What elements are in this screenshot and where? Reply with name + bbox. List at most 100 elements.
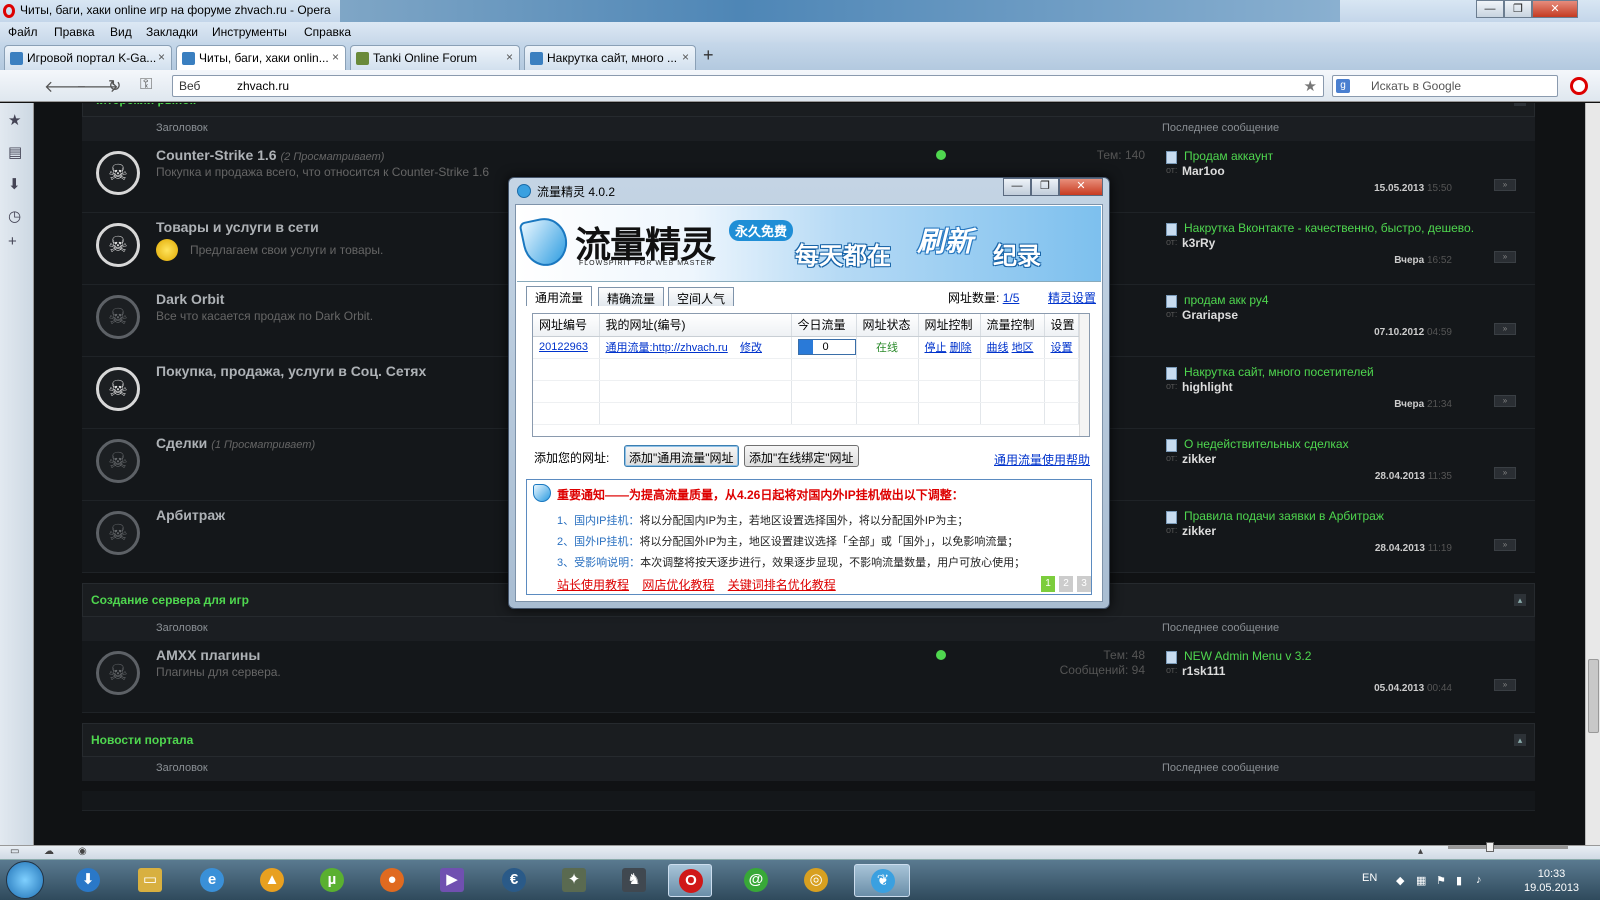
setup-link[interactable]: 设置 <box>1051 342 1073 354</box>
tab-close-icon[interactable]: × <box>332 50 339 64</box>
last-post-author[interactable]: zikker <box>1182 524 1216 538</box>
curve-link[interactable]: 曲线 <box>987 342 1009 354</box>
menu-help[interactable]: Справка <box>304 25 351 39</box>
address-field[interactable]: Веб zhvach.ru ★ <box>172 75 1324 97</box>
taskbar-explorer[interactable]: ▭ <box>128 864 172 897</box>
tab-close-icon[interactable]: × <box>682 50 689 64</box>
forum-name-link[interactable]: Товары и услуги в сети <box>156 219 319 235</box>
tab-precise-traffic[interactable]: 精确流量 <box>598 287 665 306</box>
forum-name-link[interactable]: AMXX плагины <box>156 647 260 663</box>
shop-optimization-link[interactable]: 网店优化教程 <box>642 578 714 592</box>
last-post-author[interactable]: Mar1oo <box>1182 164 1225 178</box>
url-count-link[interactable]: 1/5 <box>1003 291 1020 305</box>
go-to-post-icon[interactable]: » <box>1494 251 1516 263</box>
menu-bookmarks[interactable]: Закладки <box>146 25 198 39</box>
maximize-button[interactable]: ❐ <box>1504 0 1532 18</box>
skull-forum-icon[interactable]: ☠ <box>96 295 140 339</box>
tab-nakrutka[interactable]: Накрутка сайт, много ... × <box>524 45 696 70</box>
skull-forum-icon[interactable]: ☠ <box>96 223 140 267</box>
go-to-post-icon[interactable]: » <box>1494 179 1516 191</box>
close-button[interactable]: ✕ <box>1532 0 1578 18</box>
scrollbar-thumb[interactable] <box>1588 659 1599 733</box>
taskbar-app-e[interactable]: € <box>492 864 536 897</box>
address-url[interactable]: zhvach.ru <box>237 79 289 93</box>
last-post-author[interactable]: zikker <box>1182 452 1216 466</box>
taskbar-chrome[interactable]: ◎ <box>794 864 838 897</box>
menu-view[interactable]: Вид <box>110 25 132 39</box>
start-button[interactable] <box>6 861 44 899</box>
skull-forum-icon[interactable]: ☠ <box>96 511 140 555</box>
go-to-post-icon[interactable]: » <box>1494 679 1516 691</box>
menu-tools[interactable]: Инструменты <box>212 25 287 39</box>
category-title[interactable]: Читерский рынок <box>91 103 196 107</box>
tab-tanki[interactable]: Tanki Online Forum × <box>350 45 520 70</box>
forum-name-link[interactable]: Сделки <box>156 435 207 451</box>
clock[interactable]: 10:33 19.05.2013 <box>1524 867 1579 895</box>
dialog-close-button[interactable]: ✕ <box>1059 178 1103 196</box>
skull-forum-icon[interactable]: ☠ <box>96 439 140 483</box>
collapse-icon[interactable]: ▴ <box>1514 734 1526 746</box>
add-online-bind-url-button[interactable]: 添加"在线绑定"网址 <box>744 445 859 467</box>
category-title[interactable]: Создание сервера для игр <box>91 593 249 607</box>
volume-icon[interactable]: ♪ <box>1476 874 1488 886</box>
view-options-icon[interactable]: ▴ <box>1418 846 1423 857</box>
google-icon[interactable]: g <box>1336 79 1350 93</box>
last-post-title-link[interactable]: Продам аккаунт <box>1184 149 1273 163</box>
taskbar-opera[interactable]: O <box>668 864 712 897</box>
collapse-icon[interactable]: ▴ <box>1514 103 1526 106</box>
taskbar-downloader[interactable]: ⬇ <box>66 864 110 897</box>
forum-name-link[interactable]: Counter-Strike 1.6 <box>156 147 277 163</box>
taskbar-mail-agent[interactable]: @ <box>734 864 778 897</box>
taskbar-firefox[interactable]: ● <box>370 864 414 897</box>
history-icon[interactable]: ◷ <box>8 207 21 225</box>
bookmark-star-icon[interactable]: ★ <box>1304 77 1317 95</box>
last-post-title-link[interactable]: Накрутка Вконтакте - качественно, быстро… <box>1184 221 1474 235</box>
region-link[interactable]: 地区 <box>1012 342 1034 354</box>
notice-page-3[interactable]: 3 <box>1077 576 1091 592</box>
forum-name-link[interactable]: Покупка, продажа, услуги в Соц. Сетях <box>156 363 426 379</box>
taskbar-ie[interactable]: e <box>190 864 234 897</box>
collapse-icon[interactable]: ▴ <box>1514 594 1526 606</box>
last-post-author[interactable]: highlight <box>1182 380 1233 394</box>
page-scrollbar[interactable] <box>1585 103 1600 845</box>
language-indicator[interactable]: EN <box>1362 872 1377 884</box>
last-post-title-link[interactable]: О недействительных сделках <box>1184 437 1349 451</box>
taskbar-utorrent[interactable]: µ <box>310 864 354 897</box>
key-icon[interactable]: ⚿ <box>140 76 152 94</box>
go-to-post-icon[interactable]: » <box>1494 467 1516 479</box>
add-general-url-button[interactable]: 添加"通用流量"网址 <box>624 445 739 467</box>
edit-link[interactable]: 修改 <box>740 342 762 354</box>
stop-link[interactable]: 停止 <box>925 342 947 354</box>
zoom-slider-knob[interactable] <box>1486 842 1494 852</box>
taskbar-counter-strike[interactable]: ♞ <box>612 864 656 897</box>
opera-menu-icon[interactable] <box>1570 77 1588 95</box>
delete-link[interactable]: 删除 <box>950 342 972 354</box>
category-title[interactable]: Новости портала <box>91 733 193 747</box>
add-panel-icon[interactable]: + <box>8 233 17 250</box>
last-post-author[interactable]: Grariapse <box>1182 308 1238 322</box>
last-post-author[interactable]: r1sk111 <box>1182 664 1225 678</box>
menu-file[interactable]: Файл <box>8 25 38 39</box>
dialog-minimize-button[interactable]: — <box>1003 178 1031 196</box>
shield-icon[interactable]: ◆ <box>1396 874 1408 887</box>
skull-forum-icon[interactable]: ☠ <box>96 151 140 195</box>
last-post-title-link[interactable]: NEW Admin Menu v 3.2 <box>1184 649 1311 663</box>
tab-close-icon[interactable]: × <box>158 50 165 64</box>
general-traffic-help-link[interactable]: 通用流量使用帮助 <box>994 451 1090 468</box>
network-icon[interactable]: ▦ <box>1416 874 1428 887</box>
skull-forum-icon[interactable]: ☠ <box>96 367 140 411</box>
last-post-author[interactable]: k3rRy <box>1182 236 1215 250</box>
panel-toggle-icon[interactable]: ▭ <box>10 846 19 857</box>
taskbar-flowspirit[interactable]: ❦ <box>854 864 910 897</box>
menu-edit[interactable]: Правка <box>54 25 95 39</box>
taskbar-visualstudio[interactable]: ▶ <box>430 864 474 897</box>
tab-general-traffic[interactable]: 通用流量 <box>526 286 593 306</box>
power-icon[interactable]: ▮ <box>1456 874 1468 887</box>
minimize-button[interactable]: — <box>1476 0 1504 18</box>
last-post-title-link[interactable]: Правила подачи заявки в Арбитраж <box>1184 509 1384 523</box>
turbo-icon[interactable]: ◉ <box>78 846 87 857</box>
dialog-maximize-button[interactable]: ❐ <box>1031 178 1059 196</box>
reload-icon[interactable]: ↻ <box>108 76 121 96</box>
forum-name-link[interactable]: Dark Orbit <box>156 291 224 307</box>
go-to-post-icon[interactable]: » <box>1494 323 1516 335</box>
